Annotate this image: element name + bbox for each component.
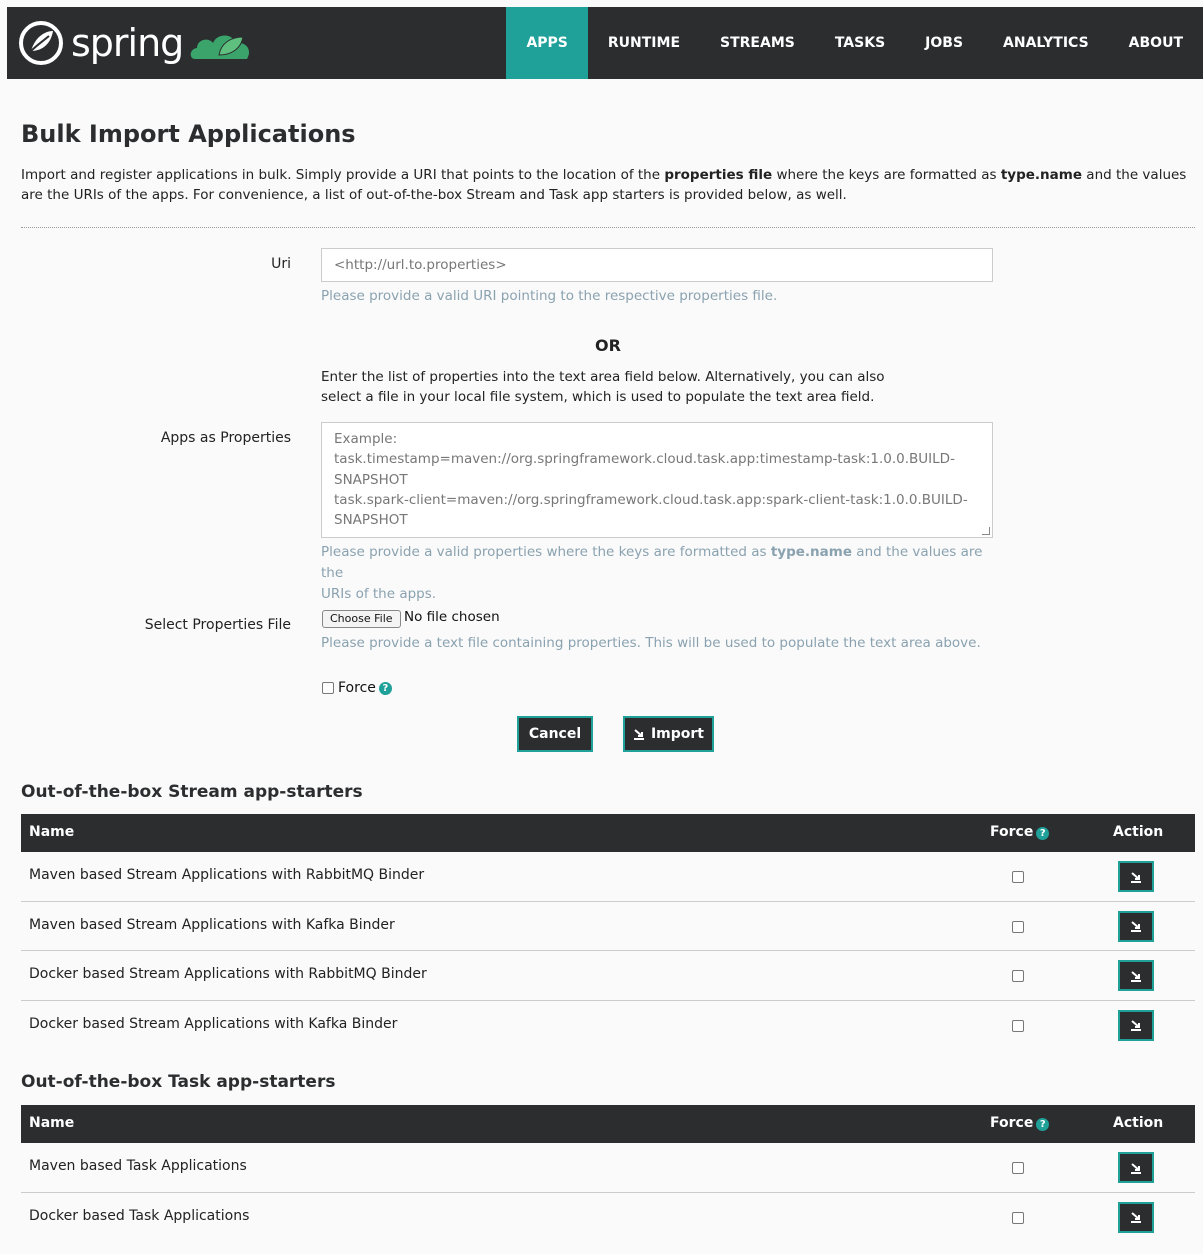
install-button[interactable] — [1118, 1201, 1154, 1233]
app-name: Maven based Stream Applications with Kaf… — [29, 916, 395, 933]
table-row: Docker based Stream Applications with Ka… — [21, 1000, 1195, 1050]
or-description: Enter the list of properties into the te… — [321, 369, 885, 405]
nav-item-apps[interactable]: APPS — [506, 7, 588, 79]
import-icon — [1131, 871, 1141, 883]
force-label: Force — [338, 680, 376, 696]
import-button[interactable]: Import — [623, 716, 714, 752]
import-icon — [1131, 921, 1141, 932]
install-button[interactable] — [1118, 861, 1154, 892]
import-icon — [633, 729, 644, 740]
page: spring APPS RUNTIME STREAMS TASKS JOBS A… — [0, 0, 1203, 1254]
column-header-name: Name — [29, 1115, 75, 1131]
choose-file-button[interactable]: Choose File — [322, 610, 401, 628]
nav-item-streams[interactable]: STREAMS — [700, 7, 815, 79]
force-row: Force ? — [322, 680, 392, 696]
column-header-force: Force? — [990, 1115, 1050, 1131]
install-button[interactable] — [1118, 910, 1154, 942]
uri-input[interactable]: <http://url.to.properties> — [321, 248, 993, 282]
force-checkbox[interactable] — [1012, 920, 1024, 933]
apps-properties-textarea[interactable]: Example: task.timestamp=maven://org.spri… — [321, 422, 993, 538]
file-status: No file chosen — [404, 609, 500, 625]
main-nav: APPS RUNTIME STREAMS TASKS JOBS ANALYTIC… — [506, 7, 1203, 79]
top-navbar: spring APPS RUNTIME STREAMS TASKS JOBS A… — [7, 7, 1203, 79]
nav-item-analytics[interactable]: ANALYTICS — [983, 7, 1109, 79]
install-button[interactable] — [1118, 1009, 1154, 1041]
force-checkbox[interactable] — [1012, 871, 1024, 883]
task-section-title: Out-of-the-box Task app-starters — [21, 1072, 336, 1092]
install-button[interactable] — [1118, 960, 1154, 991]
apps-help-text: Please provide a valid properties where … — [321, 544, 983, 602]
task-apps-table: Name Force? Action Maven based Task Appl… — [21, 1105, 1195, 1242]
nav-item-runtime[interactable]: RUNTIME — [588, 7, 700, 79]
force-checkbox[interactable] — [1012, 1211, 1024, 1224]
force-checkbox[interactable] — [1012, 1019, 1024, 1032]
table-row: Maven based Task Applications — [21, 1143, 1195, 1193]
import-icon — [1131, 1162, 1141, 1174]
install-button[interactable] — [1118, 1152, 1154, 1183]
file-help-text: Please provide a text file containing pr… — [321, 635, 981, 651]
import-icon — [1131, 970, 1141, 982]
app-name: Docker based Task Applications — [29, 1207, 250, 1224]
spring-logo[interactable]: spring — [17, 17, 257, 69]
page-intro: Import and register applications in bulk… — [21, 167, 1187, 203]
force-checkbox[interactable] — [1012, 1162, 1024, 1174]
apps-properties-label: Apps as Properties — [160, 430, 291, 446]
section-divider — [21, 227, 1195, 228]
uri-help-text: Please provide a valid URI pointing to t… — [321, 288, 778, 304]
table-row: Docker based Stream Applications with Ra… — [21, 951, 1195, 1001]
spring-leaf-icon — [19, 21, 63, 65]
force-checkbox[interactable] — [322, 682, 334, 694]
stream-section-title: Out-of-the-box Stream app-starters — [21, 782, 363, 802]
nav-item-tasks[interactable]: TASKS — [815, 7, 905, 79]
table-row: Docker based Task Applications — [21, 1192, 1195, 1242]
app-name: Docker based Stream Applications with Ka… — [29, 1015, 398, 1032]
app-name: Docker based Stream Applications with Ra… — [29, 966, 427, 982]
help-icon[interactable]: ? — [378, 681, 392, 695]
help-icon[interactable]: ? — [1036, 827, 1050, 840]
table-row: Maven based Stream Applications with Rab… — [21, 852, 1195, 902]
resize-handle-icon[interactable] — [982, 527, 990, 535]
uri-label: Uri — [271, 256, 291, 272]
column-header-action: Action — [1113, 824, 1164, 840]
app-name: Maven based Task Applications — [29, 1158, 247, 1174]
file-label: Select Properties File — [144, 617, 291, 633]
cloud-leaf-icon — [191, 35, 250, 59]
help-icon[interactable]: ? — [1036, 1118, 1050, 1131]
cancel-button[interactable]: Cancel — [517, 716, 593, 752]
nav-item-jobs[interactable]: JOBS — [905, 7, 983, 79]
table-row: Maven based Stream Applications with Kaf… — [21, 901, 1195, 951]
column-header-force: Force? — [990, 824, 1050, 840]
table-header: Name Force? Action — [21, 814, 1195, 852]
nav-item-about[interactable]: ABOUT — [1109, 7, 1203, 79]
app-name: Maven based Stream Applications with Rab… — [29, 867, 425, 883]
stream-apps-table: Name Force? Action Maven based Stream Ap… — [21, 814, 1195, 1050]
import-icon — [1131, 1212, 1141, 1223]
column-header-name: Name — [29, 824, 75, 840]
or-separator: OR — [595, 336, 621, 355]
table-header: Name Force? Action — [21, 1105, 1195, 1143]
brand-name: spring — [71, 21, 184, 65]
column-header-action: Action — [1113, 1115, 1164, 1131]
import-icon — [1131, 1020, 1141, 1031]
page-title: Bulk Import Applications — [21, 120, 356, 148]
force-checkbox[interactable] — [1012, 970, 1024, 982]
